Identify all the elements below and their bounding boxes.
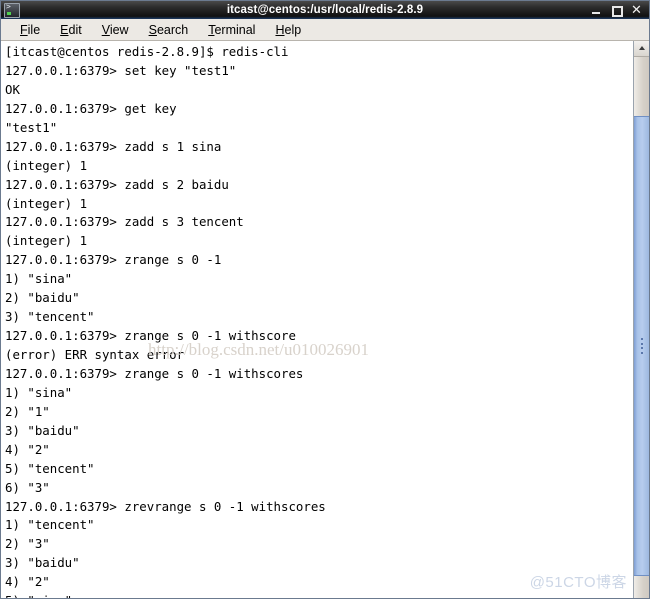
- minimize-icon[interactable]: [591, 5, 602, 16]
- terminal-line: OK: [5, 81, 20, 97]
- terminal-line: 1) "sina": [5, 384, 73, 400]
- window-controls: ✕: [591, 4, 649, 17]
- titlebar[interactable]: itcast@centos:/usr/local/redis-2.8.9 ✕: [1, 1, 649, 19]
- terminal-line: 127.0.0.1:6379> get key: [5, 100, 177, 116]
- menu-label-edit: dit: [68, 22, 82, 37]
- menu-item-terminal[interactable]: Terminal: [198, 23, 265, 37]
- terminal-line: 127.0.0.1:6379> zadd s 1 sina: [5, 138, 222, 154]
- terminal-line: 1) "sina": [5, 271, 73, 287]
- terminal-line: 2) "1": [5, 403, 50, 419]
- terminal-window: itcast@centos:/usr/local/redis-2.8.9 ✕ F…: [0, 0, 650, 599]
- close-icon[interactable]: ✕: [631, 4, 642, 17]
- terminal-line: 3) "tencent": [5, 309, 95, 325]
- menubar: File Edit View Search Terminal Help: [1, 19, 649, 41]
- terminal-line: 1) "tencent": [5, 517, 95, 533]
- terminal-line: 4) "2": [5, 574, 50, 590]
- menu-label-terminal: erminal: [214, 22, 256, 37]
- menu-item-file[interactable]: File: [10, 23, 50, 37]
- terminal-lines: [itcast@centos redis-2.8.9]$ redis-cli 12…: [2, 43, 633, 598]
- terminal-output-area[interactable]: [itcast@centos redis-2.8.9]$ redis-cli 12…: [1, 41, 633, 598]
- menu-mnemonic-help: H: [275, 22, 285, 37]
- scrollbar-thumb[interactable]: [634, 116, 649, 576]
- menu-mnemonic-edit: E: [60, 22, 69, 37]
- terminal-line: 127.0.0.1:6379> zrange s 0 -1: [5, 252, 222, 268]
- terminal-line: 3) "baidu": [5, 422, 80, 438]
- terminal-line: 127.0.0.1:6379> zrevrange s 0 -1 withsco…: [5, 498, 326, 514]
- terminal-body: [itcast@centos redis-2.8.9]$ redis-cli 12…: [1, 41, 649, 598]
- vertical-scrollbar[interactable]: [633, 41, 649, 598]
- terminal-line: 127.0.0.1:6379> set key "test1": [5, 62, 237, 78]
- terminal-line: 4) "2": [5, 441, 50, 457]
- terminal-line: (integer) 1: [5, 233, 88, 249]
- window-title: itcast@centos:/usr/local/redis-2.8.9: [226, 4, 424, 16]
- scrollbar-trough-top[interactable]: [634, 57, 649, 116]
- terminal-line: "test1": [5, 119, 58, 135]
- menu-item-help[interactable]: Help: [265, 23, 311, 37]
- menu-label-file: ile: [27, 22, 41, 37]
- menu-label-view: iew: [109, 22, 129, 37]
- scrollbar-trough-bottom[interactable]: [634, 576, 649, 598]
- chevron-up-icon: [638, 46, 645, 50]
- terminal-line: 3) "baidu": [5, 555, 80, 571]
- menu-item-search[interactable]: Search: [139, 23, 199, 37]
- menu-label-help: elp: [284, 22, 302, 37]
- menu-item-edit[interactable]: Edit: [50, 23, 92, 37]
- terminal-line: 127.0.0.1:6379> zrange s 0 -1 withscore: [5, 328, 296, 344]
- menu-label-search: earch: [156, 22, 189, 37]
- terminal-line: (integer) 1: [5, 157, 88, 173]
- terminal-line: 127.0.0.1:6379> zadd s 2 baidu: [5, 176, 229, 192]
- menu-mnemonic-file: F: [20, 22, 28, 37]
- terminal-line: 2) "baidu": [5, 290, 80, 306]
- menu-mnemonic-view: V: [101, 22, 110, 37]
- terminal-icon: [4, 2, 20, 18]
- menu-item-view[interactable]: View: [92, 23, 139, 37]
- terminal-line: 5) "sina": [2, 592, 633, 598]
- terminal-line: 6) "3": [5, 479, 50, 495]
- terminal-line: (integer) 1: [5, 195, 88, 211]
- terminal-line: (error) ERR syntax error: [5, 347, 185, 362]
- maximize-icon[interactable]: [611, 5, 623, 17]
- terminal-line: 127.0.0.1:6379> zadd s 3 tencent: [5, 214, 244, 230]
- menu-mnemonic-search: S: [148, 22, 157, 37]
- terminal-line: 2) "3": [5, 536, 50, 552]
- terminal-line: 127.0.0.1:6379> zrange s 0 -1 withscores: [5, 365, 304, 381]
- scrollbar-grip-icon: [640, 338, 643, 354]
- scroll-up-button[interactable]: [634, 41, 649, 57]
- terminal-line: [itcast@centos redis-2.8.9]$ redis-cli: [5, 44, 289, 59]
- terminal-line: 5) "tencent": [5, 460, 95, 476]
